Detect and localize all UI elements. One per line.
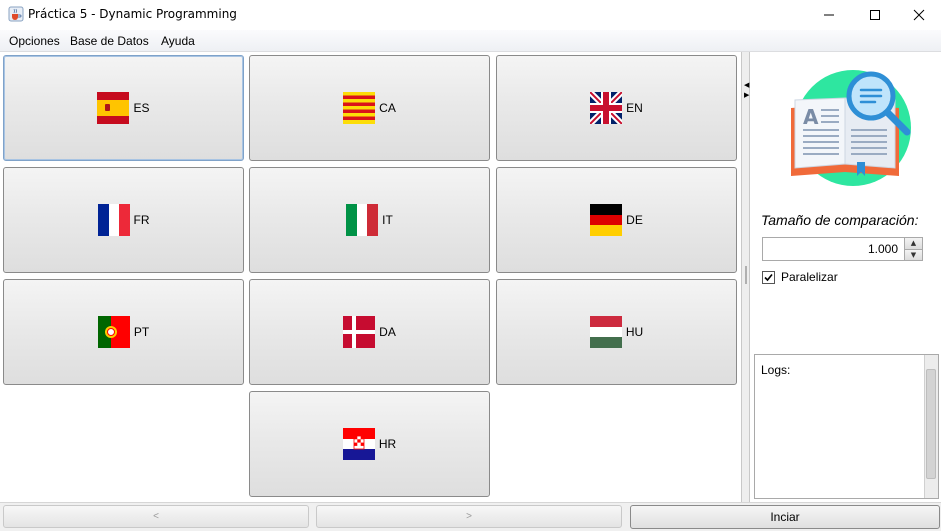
close-icon	[913, 9, 925, 21]
language-button-es[interactable]: ES	[3, 55, 244, 161]
previous-button[interactable]: <	[3, 505, 309, 528]
next-label: >	[466, 511, 472, 522]
language-label: DA	[379, 325, 396, 339]
title-bar: Práctica 5 - Dynamic Programming	[0, 0, 941, 30]
language-label: PT	[133, 325, 150, 339]
germany-flag-icon	[590, 204, 623, 236]
spain-flag-icon	[97, 92, 130, 124]
split-pane-divider[interactable]: ◀ ▶	[741, 52, 750, 502]
collapse-left-arrow-icon[interactable]: ◀	[744, 82, 749, 89]
menu-opciones[interactable]: Opciones	[9, 34, 60, 48]
bottom-bar: < > Inciar	[0, 502, 941, 531]
language-label: HU	[625, 325, 644, 339]
menu-base-de-datos[interactable]: Base de Datos	[70, 34, 149, 48]
language-label: HR	[378, 437, 397, 451]
close-button[interactable]	[896, 0, 941, 30]
language-label: DE	[626, 213, 643, 227]
checkmark-icon	[764, 273, 773, 281]
side-panel: A Tamaño de comparación: 1.000 ▲ ▼ Paral…	[751, 52, 941, 502]
spinner-up-button[interactable]: ▲	[904, 238, 922, 249]
svg-text:A: A	[803, 105, 819, 129]
language-label: IT	[382, 213, 393, 227]
parallelize-label: Paralelizar	[781, 270, 838, 284]
dictionary-search-icon: A	[791, 70, 911, 186]
language-button-de[interactable]: DE	[496, 167, 737, 273]
catalonia-flag-icon	[343, 92, 376, 124]
language-button-hu[interactable]: HU	[496, 279, 737, 385]
language-button-it[interactable]: IT	[249, 167, 490, 273]
minimize-button[interactable]	[806, 0, 852, 30]
parallelize-checkbox[interactable]	[762, 270, 775, 284]
logs-panel[interactable]: Logs:	[754, 354, 939, 499]
language-button-pt[interactable]: PT	[3, 279, 244, 385]
language-grid: ES CA EN FR IT DE PT DA HU HR	[0, 52, 741, 502]
language-button-en[interactable]: EN	[496, 55, 737, 161]
comparison-size-label: Tamaño de comparación:	[761, 212, 919, 228]
spinner-down-button[interactable]: ▼	[904, 249, 922, 260]
hungary-flag-icon	[589, 316, 622, 348]
maximize-icon	[870, 10, 880, 20]
language-button-ca[interactable]: CA	[249, 55, 490, 161]
minimize-icon	[824, 14, 834, 16]
comparison-size-spinner[interactable]: 1.000 ▲ ▼	[762, 237, 923, 261]
language-button-hr[interactable]: HR	[249, 391, 490, 497]
language-label: CA	[379, 101, 396, 115]
java-cup-icon	[8, 6, 24, 22]
comparison-size-value[interactable]: 1.000	[868, 242, 898, 256]
maximize-button[interactable]	[852, 0, 898, 30]
window-title: Práctica 5 - Dynamic Programming	[28, 7, 237, 21]
previous-label: <	[153, 511, 159, 522]
chevron-up-icon: ▲	[910, 239, 917, 247]
italy-flag-icon	[346, 204, 379, 236]
portugal-flag-icon	[97, 316, 130, 348]
language-label: ES	[133, 101, 150, 115]
divider-grip[interactable]	[745, 266, 747, 284]
language-label: EN	[626, 101, 643, 115]
language-label: FR	[133, 213, 150, 227]
next-button[interactable]: >	[316, 505, 622, 528]
logs-scrollbar-thumb[interactable]	[926, 369, 936, 479]
language-button-fr[interactable]: FR	[3, 167, 244, 273]
croatia-flag-icon	[342, 428, 375, 460]
collapse-right-arrow-icon[interactable]: ▶	[744, 92, 749, 99]
language-button-da[interactable]: DA	[249, 279, 490, 385]
france-flag-icon	[97, 204, 130, 236]
denmark-flag-icon	[343, 316, 376, 348]
menu-bar: Opciones Base de Datos Ayuda	[0, 30, 941, 52]
uk-flag-icon	[590, 92, 623, 124]
logs-text: Logs:	[761, 363, 791, 377]
parallelize-option[interactable]: Paralelizar	[762, 270, 838, 284]
start-label: Inciar	[770, 510, 800, 524]
chevron-down-icon: ▼	[910, 251, 917, 259]
start-button[interactable]: Inciar	[630, 505, 940, 529]
menu-ayuda[interactable]: Ayuda	[161, 34, 195, 48]
logs-scrollbar[interactable]	[924, 355, 938, 498]
